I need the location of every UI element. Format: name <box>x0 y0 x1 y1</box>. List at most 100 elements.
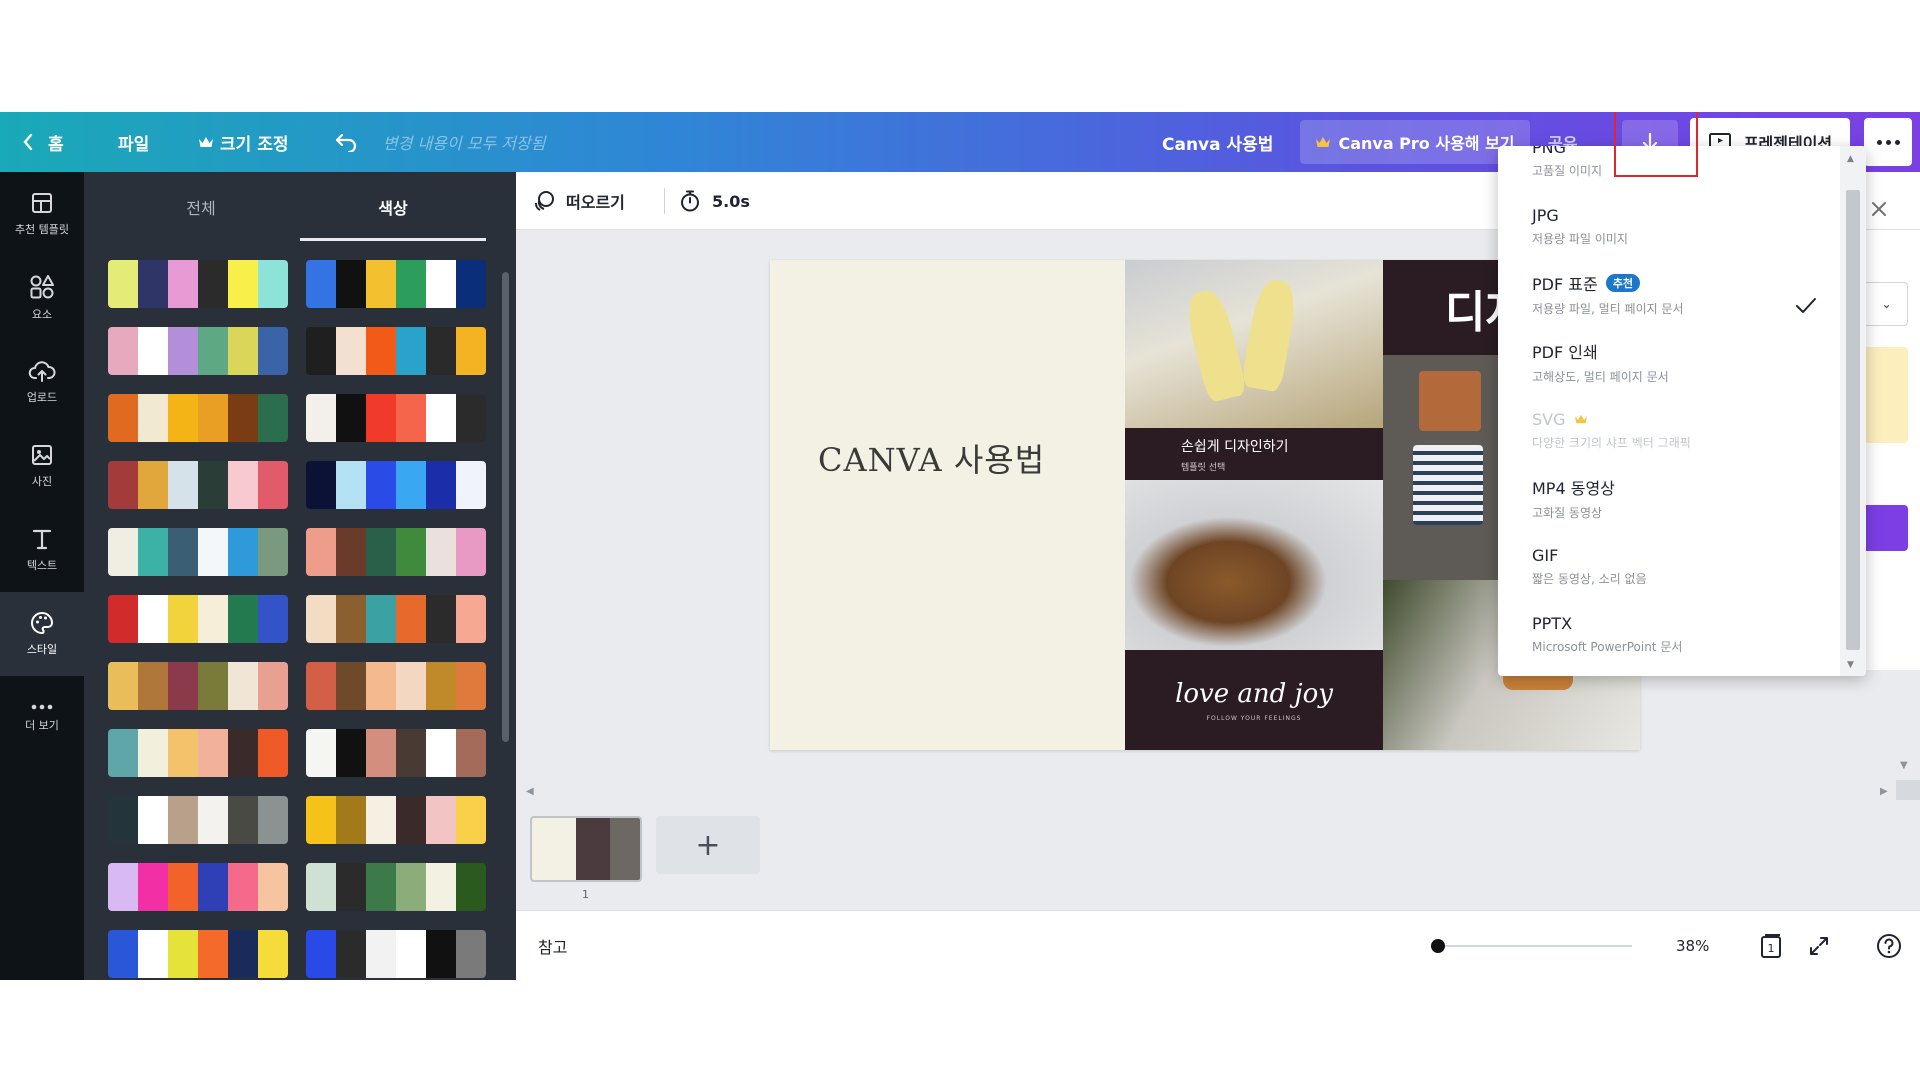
file-type-option-svg[interactable]: SVG 다양한 크기의 샤프 벡터 그래픽 <box>1498 396 1838 464</box>
palette-color-chip <box>306 863 336 911</box>
cloud-upload-icon <box>28 361 56 382</box>
scroll-right-arrow[interactable]: ▶ <box>1880 786 1888 797</box>
duration-button[interactable]: 5.0s <box>678 172 750 230</box>
photo-caption-block[interactable]: 손쉽게 디자인하기 템플릿 선택 <box>1125 428 1383 480</box>
color-palette-swatch[interactable] <box>306 461 486 509</box>
color-palette-swatch[interactable] <box>306 930 486 978</box>
color-palette-swatch[interactable] <box>108 863 288 911</box>
home-button[interactable]: 홈 <box>22 112 64 172</box>
tab-colors[interactable]: 색상 <box>300 172 486 242</box>
canva-pro-trial-button[interactable]: Canva Pro 사용해 보기 <box>1300 120 1530 164</box>
option-title: PPTX <box>1532 614 1838 633</box>
palette-color-chip <box>336 394 366 442</box>
zoom-slider-track[interactable] <box>1436 945 1632 947</box>
file-type-option-pdf[interactable]: PDF 인쇄 고해상도, 멀티 페이지 문서 <box>1498 328 1838 396</box>
file-type-select[interactable]: ⌄ <box>1866 282 1908 326</box>
palette-color-chip <box>108 595 138 643</box>
palette-color-chip <box>108 260 138 308</box>
color-palette-swatch[interactable] <box>108 461 288 509</box>
option-title: PDF 인쇄 <box>1532 339 1838 363</box>
color-palette-swatch[interactable] <box>108 662 288 710</box>
scroll-up-arrow[interactable]: ▲ <box>1847 154 1854 164</box>
color-palette-swatch[interactable] <box>108 595 288 643</box>
download-confirm-button[interactable] <box>1866 505 1908 551</box>
color-palette-swatch[interactable] <box>108 260 288 308</box>
file-type-option-png[interactable]: PNG 고품질 이미지 <box>1498 146 1838 192</box>
zoom-slider-handle[interactable] <box>1431 939 1445 953</box>
photo-column-left[interactable]: 손쉽게 디자인하기 템플릿 선택 love and joy FOLLOW YOU… <box>1125 260 1383 750</box>
resize-button[interactable]: 크기 조정 <box>198 112 288 172</box>
palette-color-chip <box>258 394 288 442</box>
tab-all-label: 전체 <box>186 199 216 218</box>
zoom-percentage[interactable]: 38% <box>1676 911 1709 980</box>
page-thumbnail[interactable] <box>530 816 642 882</box>
color-palette-swatch[interactable] <box>306 528 486 576</box>
file-type-option-gif[interactable]: GIF 짧은 동영상, 소리 없음 <box>1498 532 1838 600</box>
active-tab-indicator <box>300 238 486 241</box>
palette-color-chip <box>366 863 396 911</box>
rail-item-more[interactable]: 더 보기 <box>0 676 84 760</box>
more-dot <box>1885 139 1891 145</box>
thumbnail-photo <box>576 818 610 880</box>
color-palette-swatch[interactable] <box>306 796 486 844</box>
color-palette-swatch[interactable] <box>306 863 486 911</box>
color-palette-swatch[interactable] <box>108 394 288 442</box>
crown-icon <box>1316 137 1331 147</box>
color-palette-swatch[interactable] <box>108 729 288 777</box>
script-text-block[interactable]: love and joy FOLLOW YOUR FEELINGS <box>1125 650 1383 750</box>
file-menu-button[interactable]: 파일 <box>118 112 149 172</box>
add-page-button[interactable]: + <box>656 816 760 874</box>
color-palette-swatch[interactable] <box>306 595 486 643</box>
rail-item-elements[interactable]: 요소 <box>0 256 84 340</box>
more-options-button[interactable] <box>1864 118 1912 166</box>
tab-all[interactable]: 전체 <box>108 172 294 242</box>
selected-check-icon <box>1794 296 1818 320</box>
dropdown-scrollbar-thumb[interactable] <box>1846 190 1860 650</box>
scroll-down-arrow[interactable]: ▼ <box>1900 760 1908 771</box>
shoes-photo[interactable] <box>1125 260 1383 428</box>
file-type-option-jpg[interactable]: JPG 저용량 파일 이미지 <box>1498 192 1838 260</box>
scroll-left-arrow[interactable]: ◀ <box>526 786 534 797</box>
file-type-option-pdf[interactable]: PDF 표준 추천 저용량 파일, 멀티 페이지 문서 <box>1498 260 1838 328</box>
color-palette-swatch[interactable] <box>306 394 486 442</box>
rail-item-text[interactable]: 텍스트 <box>0 508 84 592</box>
palette-color-chip <box>168 595 198 643</box>
palette-color-chip <box>108 796 138 844</box>
file-type-option-mp4[interactable]: MP4 동영상 고화질 동영상 <box>1498 464 1838 532</box>
palette-color-chip <box>258 729 288 777</box>
page-count-button[interactable]: 1 <box>1758 933 1784 963</box>
fullscreen-button[interactable] <box>1808 935 1830 961</box>
undo-button[interactable] <box>334 112 358 172</box>
rail-item-styles[interactable]: 스타일 <box>0 592 84 676</box>
color-palette-swatch[interactable] <box>306 260 486 308</box>
rail-item-photos[interactable]: 사진 <box>0 424 84 508</box>
panel-scrollbar[interactable] <box>502 272 509 742</box>
palette-color-chip <box>456 327 486 375</box>
color-palette-swatch[interactable] <box>108 327 288 375</box>
color-palette-swatch[interactable] <box>306 327 486 375</box>
file-type-option-pptx[interactable]: PPTX Microsoft PowerPoint 문서 <box>1498 600 1838 668</box>
caption-sub-text: 템플릿 선택 <box>1181 462 1226 473</box>
shapes-icon <box>30 275 54 299</box>
rail-item-uploads[interactable]: 업로드 <box>0 340 84 424</box>
color-palette-swatch[interactable] <box>108 796 288 844</box>
palette-color-chip <box>258 327 288 375</box>
help-button[interactable] <box>1876 933 1902 963</box>
bag-photo[interactable] <box>1125 480 1383 650</box>
close-button[interactable] <box>1870 200 1888 222</box>
palette-color-chip <box>138 595 168 643</box>
color-palette-swatch[interactable] <box>108 528 288 576</box>
notes-button[interactable]: 참고 <box>538 911 567 980</box>
slide-title-text[interactable]: CANVA 사용법 <box>818 435 1045 481</box>
color-palette-swatch[interactable] <box>108 930 288 978</box>
color-palette-swatch[interactable] <box>306 729 486 777</box>
rail-item-templates[interactable]: 추천 템플릿 <box>0 172 84 256</box>
palette-color-chip <box>168 930 198 978</box>
color-palette-swatch[interactable] <box>306 662 486 710</box>
palette-color-chip <box>306 930 336 978</box>
document-title[interactable]: Canva 사용법 <box>1162 112 1273 172</box>
save-status-text: 변경 내용이 모두 저장됨 <box>383 134 546 153</box>
animate-button[interactable]: 떠오르기 <box>532 172 625 230</box>
scroll-down-arrow[interactable]: ▼ <box>1847 660 1854 670</box>
pages-icon: 1 <box>1761 934 1781 958</box>
